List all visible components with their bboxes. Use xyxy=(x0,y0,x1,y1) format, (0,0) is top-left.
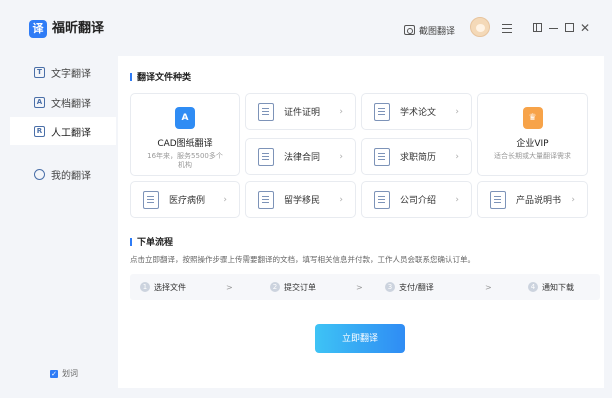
sidebar-item-text-translate[interactable]: T 文字翻译 xyxy=(10,58,116,86)
screenshot-translate-button[interactable]: 截图翻译 xyxy=(404,22,455,38)
document-icon: A xyxy=(34,96,45,108)
chevron-right-icon: › xyxy=(223,194,227,205)
card-academic-paper[interactable]: 学术论文 › xyxy=(361,93,472,130)
cad-translate-card[interactable]: A CAD图纸翻译 16年来，服务5500多个机构 xyxy=(130,93,240,176)
app-title: 福昕翻译 xyxy=(52,21,105,36)
chevron-right-icon: › xyxy=(571,194,575,205)
translate-now-button[interactable]: 立即翻译 xyxy=(315,324,405,353)
arrow-icon: > xyxy=(226,282,233,292)
paper-icon xyxy=(374,102,390,121)
step-label: 提交订单 xyxy=(284,282,316,292)
minimize-icon[interactable] xyxy=(546,21,560,35)
company-icon xyxy=(374,190,390,209)
card-label: 留学移民 xyxy=(284,196,321,206)
step-number: 2 xyxy=(270,282,280,292)
step-label: 支付/翻译 xyxy=(399,282,434,292)
card-legal-contract[interactable]: 法律合同 › xyxy=(245,138,356,175)
card-study-abroad[interactable]: 留学移民 › xyxy=(245,181,356,218)
step-4: 4 通知下载 xyxy=(528,282,574,293)
sidebar-item-label: 我的翻译 xyxy=(51,170,91,182)
contract-icon xyxy=(258,147,274,166)
word-select-toggle[interactable]: ✓ 划词 xyxy=(50,368,78,379)
step-number: 1 xyxy=(140,282,150,292)
order-description: 点击立即翻译，按照操作步骤上传需要翻译的文档，填写相关信息并付款，工作人员会联系… xyxy=(130,255,475,264)
manual-icon xyxy=(490,190,506,209)
step-1: 1 选择文件 xyxy=(140,282,186,293)
avatar[interactable] xyxy=(470,17,490,37)
chevron-right-icon: › xyxy=(339,106,343,117)
card-title: CAD图纸翻译 xyxy=(157,139,213,149)
checkbox-icon[interactable]: ✓ xyxy=(50,369,58,378)
app-logo-icon: 译 xyxy=(29,20,47,38)
sidebar-item-label: 文字翻译 xyxy=(51,68,91,80)
pin-window-icon[interactable] xyxy=(530,21,544,35)
card-label: 公司介绍 xyxy=(400,196,437,206)
word-select-label: 划词 xyxy=(62,369,78,378)
card-subtitle: 16年来，服务5500多个机构 xyxy=(147,152,223,169)
step-number: 4 xyxy=(528,282,538,292)
card-product-manual[interactable]: 产品说明书 › xyxy=(477,181,588,218)
text-icon: T xyxy=(34,66,45,78)
chevron-right-icon: › xyxy=(455,106,459,117)
card-label: 产品说明书 xyxy=(516,196,562,206)
chevron-right-icon: › xyxy=(455,151,459,162)
section-title-order-process: 下单流程 xyxy=(130,235,173,248)
sidebar: T 文字翻译 A 文档翻译 R 人工翻译 我的翻译 ✓ 划词 xyxy=(10,56,116,388)
screenshot-translate-label: 截图翻译 xyxy=(419,26,456,37)
arrow-icon: > xyxy=(485,282,492,292)
card-label: 学术论文 xyxy=(400,108,437,118)
sidebar-item-my-translations[interactable]: 我的翻译 xyxy=(10,160,116,188)
order-steps: 1 选择文件 > 2 提交订单 > 3 支付/翻译 > 4 通知下载 xyxy=(130,274,600,300)
user-icon xyxy=(34,168,45,180)
vip-crown-icon: ♛ xyxy=(522,107,543,129)
resume-icon xyxy=(374,147,390,166)
certificate-icon xyxy=(258,102,274,121)
card-label: 医疗病例 xyxy=(169,196,206,206)
card-title: 企业VIP xyxy=(516,139,549,149)
medical-icon xyxy=(143,190,159,209)
card-medical-record[interactable]: 医疗病例 › xyxy=(130,181,240,218)
close-icon[interactable]: ✕ xyxy=(578,21,592,35)
maximize-icon[interactable] xyxy=(562,21,576,35)
card-resume[interactable]: 求职简历 › xyxy=(361,138,472,175)
card-subtitle: 适合长期或大量翻译需求 xyxy=(494,152,571,160)
step-3: 3 支付/翻译 xyxy=(385,282,434,293)
chevron-right-icon: › xyxy=(455,194,459,205)
card-company-intro[interactable]: 公司介绍 › xyxy=(361,181,472,218)
card-certificate[interactable]: 证件证明 › xyxy=(245,93,356,130)
step-label: 通知下载 xyxy=(542,282,574,292)
arrow-icon: > xyxy=(356,282,363,292)
camera-icon xyxy=(404,25,415,35)
section-title-file-types: 翻译文件种类 xyxy=(130,70,191,83)
sidebar-item-human-translate[interactable]: R 人工翻译 xyxy=(10,117,116,145)
immigration-icon xyxy=(258,190,274,209)
main-panel: 翻译文件种类 A CAD图纸翻译 16年来，服务5500多个机构 证件证明 › … xyxy=(118,56,604,388)
step-number: 3 xyxy=(385,282,395,292)
step-2: 2 提交订单 xyxy=(270,282,316,293)
step-label: 选择文件 xyxy=(154,282,186,292)
chevron-right-icon: › xyxy=(339,151,343,162)
card-label: 证件证明 xyxy=(284,108,321,118)
card-label: 求职简历 xyxy=(400,153,437,163)
sidebar-item-doc-translate[interactable]: A 文档翻译 xyxy=(10,88,116,116)
human-translate-icon: R xyxy=(34,125,45,137)
cad-icon: A xyxy=(175,107,195,129)
card-label: 法律合同 xyxy=(284,153,321,163)
sidebar-item-label: 人工翻译 xyxy=(51,127,91,139)
menu-icon[interactable] xyxy=(500,21,514,35)
chevron-right-icon: › xyxy=(339,194,343,205)
enterprise-vip-card[interactable]: ♛ 企业VIP 适合长期或大量翻译需求 xyxy=(477,93,588,176)
title-bar: 译 福昕翻译 截图翻译 ✕ xyxy=(0,0,612,56)
sidebar-item-label: 文档翻译 xyxy=(51,98,91,110)
